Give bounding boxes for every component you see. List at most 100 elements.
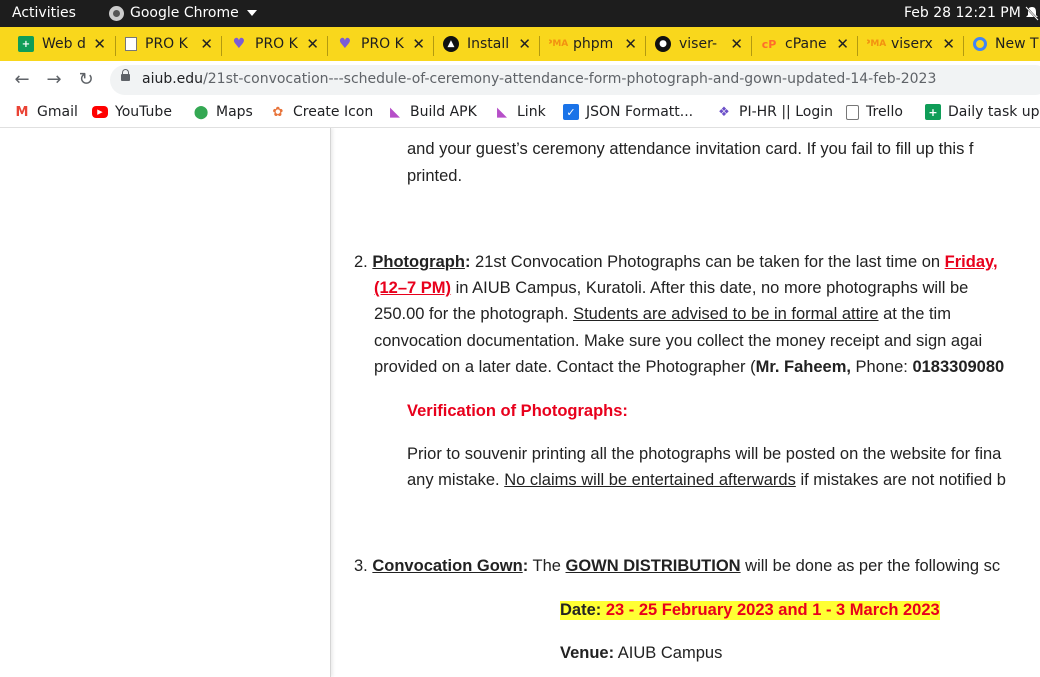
close-icon[interactable]: ✕: [942, 35, 955, 53]
app-menu[interactable]: Google Chrome: [109, 5, 257, 21]
close-icon[interactable]: ✕: [93, 35, 106, 53]
bookmark-label: JSON Formatt...: [586, 104, 694, 120]
pihr-icon: ❖: [718, 104, 730, 120]
tab-2[interactable]: ♥ PRO K ✕: [231, 27, 319, 61]
lock-icon[interactable]: [121, 69, 130, 81]
bookmark-label: Maps: [216, 104, 253, 120]
tab-6[interactable]: ● viser- ✕: [655, 27, 743, 61]
close-icon[interactable]: ✕: [624, 35, 637, 53]
checkbox-icon: ✓: [563, 104, 579, 120]
tab-title: New T: [995, 36, 1039, 52]
close-icon[interactable]: ✕: [200, 35, 213, 53]
bookmark-link[interactable]: ◣ Link: [494, 104, 546, 120]
activities-button[interactable]: Activities: [12, 5, 76, 21]
bookmark-pihr[interactable]: ❖ PI-HR || Login: [716, 104, 833, 120]
photographer-phone: 0183309080: [912, 358, 1005, 376]
photograph-line-4: convocation documentation. Make sure you…: [374, 332, 983, 350]
bookmark-maps[interactable]: ⬤ Maps: [193, 104, 253, 120]
chrome-icon: [109, 5, 124, 21]
photograph-text-3: 250.00 for the photograph.: [374, 305, 574, 323]
gown-date-highlight: Date: 23 - 25 February 2023 and 1 - 3 Ma…: [560, 601, 940, 620]
verification-heading: Verification of Photographs:: [407, 402, 628, 420]
photograph-line-5: provided on a later date. Contact the Ph…: [374, 358, 1004, 377]
app-menu-label: Google Chrome: [130, 5, 239, 21]
tab-8[interactable]: PMA viserx ✕: [867, 27, 955, 61]
sheets-icon: +: [925, 104, 941, 120]
bookmark-label: Build APK: [410, 104, 477, 120]
bookmark-json-formatter[interactable]: ✓ JSON Formatt...: [563, 104, 693, 120]
photograph-text-5b: Phone:: [850, 358, 913, 376]
gown-item: 3. Convocation Gown: The GOWN DISTRIBUTI…: [354, 557, 1000, 576]
tab-title: viserx: [891, 36, 933, 52]
photograph-line-3: 250.00 for the photograph. Students are …: [374, 305, 951, 324]
photograph-item: 2. Photograph: 21st Convocation Photogra…: [354, 253, 998, 272]
chrome-icon: [973, 37, 987, 51]
bookmark-build-apk[interactable]: ◣ Build APK: [387, 104, 477, 120]
bookmark-label: Gmail: [37, 104, 78, 120]
bookmark-label: Daily task upd: [948, 104, 1040, 120]
tab-divider: [221, 36, 222, 56]
list-number: 3.: [354, 557, 368, 575]
phpmyadmin-icon: PMA: [867, 39, 887, 49]
tab-divider: [327, 36, 328, 56]
link-icon: ◣: [497, 104, 507, 120]
purple-logo-icon: ♥: [232, 36, 246, 52]
tab-5[interactable]: PMA phpm ✕: [549, 27, 637, 61]
close-icon[interactable]: ✕: [518, 35, 531, 53]
bookmark-create-icon[interactable]: ✿ Create Icon: [270, 104, 374, 120]
venue-label: Venue:: [560, 644, 615, 662]
url-host: aiub.edu: [142, 71, 204, 87]
chevron-down-icon: [246, 10, 257, 16]
bookmark-trello[interactable]: Trello: [846, 104, 903, 120]
photograph-line-2: (12–7 PM) in AIUB Campus, Kuratoli. Afte…: [374, 279, 968, 298]
reload-icon[interactable]: ↻: [76, 70, 96, 90]
url-text[interactable]: aiub.edu/21st-convocation---schedule-of-…: [142, 71, 936, 87]
close-icon[interactable]: ✕: [730, 35, 743, 53]
bookmark-label: YouTube: [115, 104, 172, 120]
tab-4[interactable]: ▲ Install ✕: [443, 27, 531, 61]
cpanel-icon: cP: [761, 37, 777, 51]
bookmark-daily-task[interactable]: + Daily task upd: [925, 104, 1040, 120]
bookmark-youtube[interactable]: ▶ YouTube: [92, 104, 172, 120]
tab-divider: [645, 36, 646, 56]
browser-toolbar: ← → ↻ aiub.edu/21st-convocation---schedu…: [0, 61, 1040, 99]
address-bar[interactable]: aiub.edu/21st-convocation---schedule-of-…: [110, 65, 1040, 95]
tab-divider: [963, 36, 964, 56]
maps-icon: ⬤: [193, 104, 209, 120]
github-icon: ●: [655, 36, 671, 52]
close-icon[interactable]: ✕: [412, 35, 425, 53]
bookmark-gmail[interactable]: M Gmail: [14, 104, 78, 120]
close-icon[interactable]: ✕: [306, 35, 319, 53]
list-number: 2.: [354, 253, 368, 271]
tab-title: phpm: [573, 36, 614, 52]
tab-3[interactable]: ♥ PRO K ✕: [337, 27, 425, 61]
tab-1[interactable]: PRO K ✕: [125, 27, 213, 61]
tab-0[interactable]: + Web d ✕: [18, 27, 106, 61]
sheets-icon: +: [18, 36, 34, 52]
tab-9[interactable]: New T: [973, 27, 1040, 61]
notifications-muted-icon[interactable]: [1024, 6, 1040, 21]
tab-divider: [857, 36, 858, 56]
back-arrow-icon[interactable]: ←: [12, 70, 32, 90]
tab-title: PRO K: [145, 36, 188, 52]
photograph-heading: Photograph: [372, 253, 465, 271]
photographer-name: Mr. Faheem,: [755, 358, 851, 376]
phpmyadmin-icon: PMA: [549, 39, 569, 49]
clock[interactable]: Feb 28 12:21 PM: [904, 5, 1021, 21]
tab-title: PRO K: [361, 36, 404, 52]
gmail-icon: M: [15, 104, 29, 120]
gown-distribution: GOWN DISTRIBUTION: [565, 557, 741, 575]
page-viewport[interactable]: and your guest’s ceremony attendance inv…: [0, 128, 1040, 677]
venue-value: AIUB Campus: [614, 644, 723, 662]
date-label: Date:: [560, 601, 602, 619]
bookmark-label: Trello: [866, 104, 903, 120]
close-icon[interactable]: ✕: [836, 35, 849, 53]
verification-text-2b: if mistakes are not notified b: [795, 471, 1006, 489]
tab-7[interactable]: cP cPane ✕: [761, 27, 849, 61]
create-icon-icon: ✿: [272, 104, 284, 120]
forward-arrow-icon[interactable]: →: [44, 70, 64, 90]
tab-title: Web d: [42, 36, 86, 52]
build-apk-icon: ◣: [390, 104, 400, 120]
date-value: 23 - 25 February 2023 and 1 - 3 March 20…: [601, 601, 940, 619]
url-path: /21st-convocation---schedule-of-ceremony…: [203, 71, 937, 87]
